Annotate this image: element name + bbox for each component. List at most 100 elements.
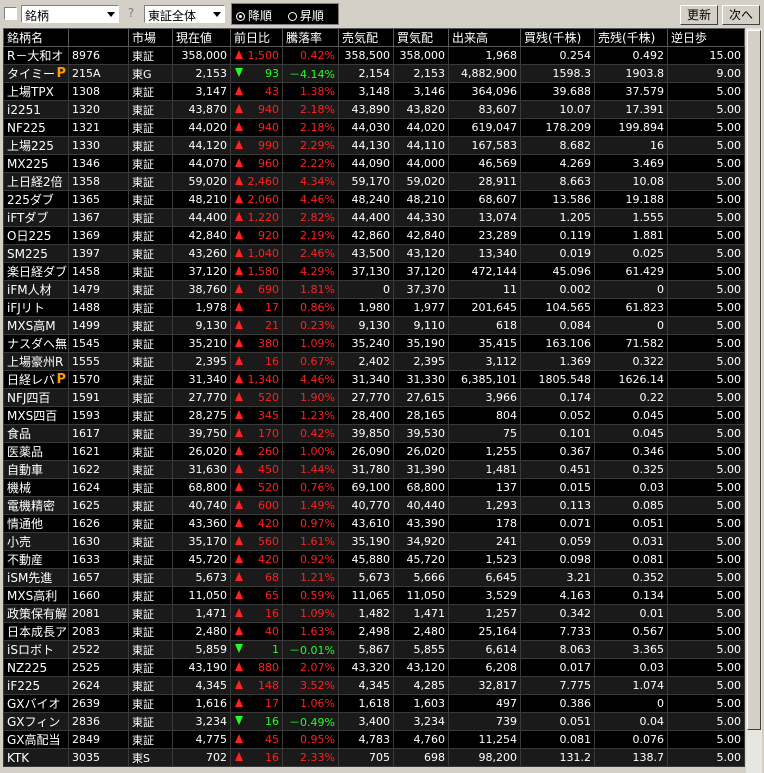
table-row[interactable]: 医薬品 1621 東証 26,020 260 1.00% 26,090 26,020 1,255… — [3, 442, 745, 461]
arrow-up-icon — [235, 212, 243, 221]
sort-asc-radio[interactable]: 昇順 — [287, 9, 324, 23]
scrollbar-thumb[interactable] — [747, 30, 761, 730]
col-header-bid[interactable]: 買気配 — [393, 28, 449, 47]
arrow-up-icon — [235, 140, 243, 149]
row-market: 東証 — [128, 496, 173, 515]
table-row[interactable]: ナスダヘ無 1545 東証 35,210 380 1.09% 35,240 35,190 35,… — [3, 334, 745, 353]
row-buy-margin-text: 104.565 — [545, 301, 592, 314]
table-row[interactable]: 楽日経ダブ 1458 東証 37,120 1,580 4.29% 37,130 37,120 4… — [3, 262, 745, 281]
row-bid: 43,390 — [393, 514, 449, 533]
table-row[interactable]: iSロボト 2522 東証 5,859 1 －0.01% 5,867 5,855 6,614 8.… — [3, 640, 745, 659]
table-row[interactable]: NFJ四百 1591 東証 27,770 520 1.90% 27,770 27,615 3,9… — [3, 388, 745, 407]
row-code: 2639 — [68, 694, 129, 713]
row-name-text: iFM人材 — [7, 283, 52, 297]
table-row[interactable]: 電機精密 1625 東証 40,740 600 1.49% 40,770 40,440 1,29… — [3, 496, 745, 515]
col-header-change[interactable]: 前日比 — [230, 28, 283, 47]
row-ask-text: 35,240 — [351, 337, 391, 350]
table-row[interactable]: iFM人材 1479 東証 38,760 690 1.81% 0 37,370 11 0.002 0… — [3, 280, 745, 299]
table-row[interactable]: 不動産 1633 東証 45,720 420 0.92% 45,880 45,720 1,523… — [3, 550, 745, 569]
col-header-ask[interactable]: 売気配 — [338, 28, 394, 47]
row-name-text: iSロボト — [7, 643, 54, 657]
table-row[interactable]: GXバイオ 2639 東証 1,616 17 1.06% 1,618 1,603 497 0.38… — [3, 694, 745, 713]
row-ask-text: 3,400 — [358, 715, 391, 728]
table-row[interactable]: 225ダブ 1365 東証 48,210 2,060 4.46% 48,240 48,210 6… — [3, 190, 745, 209]
row-ask-text: 2,154 — [358, 67, 391, 80]
table-row[interactable]: 上日経2倍 1358 東証 59,020 2,460 4.34% 59,170 59,020 2… — [3, 172, 745, 191]
sort-desc-radio[interactable]: 降順 — [236, 9, 272, 23]
table-row[interactable]: NF225 1321 東証 44,020 940 2.18% 44,030 44,020 619… — [3, 118, 745, 137]
row-gyakuhibu-text: 15.00 — [709, 49, 742, 62]
arrow-up-icon — [235, 536, 243, 545]
table-row[interactable]: iFJリト 1488 東証 1,978 17 0.86% 1,980 1,977 201,645… — [3, 298, 745, 317]
table-row[interactable]: 上場TPX 1308 東証 3,147 43 1.38% 3,148 3,146 364,096… — [3, 82, 745, 101]
row-gyakuhibu: 5.00 — [667, 496, 745, 515]
table-row[interactable]: GXフィン 2836 東証 3,234 16 －0.49% 3,400 3,234 739 0.0… — [3, 712, 745, 731]
table-row[interactable]: 機械 1624 東証 68,800 520 0.76% 69,100 68,800 137 0.0… — [3, 478, 745, 497]
row-market: 東証 — [128, 244, 173, 263]
table-row[interactable]: 情通他 1626 東証 43,360 420 0.97% 43,610 43,390 178 0.… — [3, 514, 745, 533]
col-header-buy-margin[interactable]: 買残(千株) — [520, 28, 595, 47]
table-row[interactable]: 小売 1630 東証 35,170 560 1.61% 35,190 34,920 241 0.0… — [3, 532, 745, 551]
row-pct: －0.49% — [282, 712, 339, 731]
refresh-button[interactable]: 更新 — [680, 5, 718, 25]
row-ask-text: 3,148 — [358, 85, 391, 98]
row-gyakuhibu-text: 5.00 — [716, 715, 742, 728]
table-row[interactable]: KTK 3035 東S 702 16 2.33% 705 698 98,200 131.2 138.… — [3, 748, 745, 767]
col-header-market[interactable]: 市場 — [128, 28, 173, 47]
col-header-name[interactable]: 銘柄名 — [3, 28, 69, 47]
row-bid: 34,920 — [393, 532, 449, 551]
row-code: 2624 — [68, 676, 129, 695]
table-row[interactable]: 上場豪州R 1555 東証 2,395 16 0.67% 2,402 2,395 3,112 1.… — [3, 352, 745, 371]
table-row[interactable]: 政策保有解 2081 東証 1,471 16 1.09% 1,482 1,471 1,257 0.… — [3, 604, 745, 623]
table-row[interactable]: SM225 1397 東証 43,260 1,040 2.46% 43,500 43,120 1… — [3, 244, 745, 263]
chevron-down-icon — [213, 12, 221, 17]
row-volume: 364,096 — [448, 82, 521, 101]
table-row[interactable]: MXS高M 1499 東証 9,130 21 0.23% 9,130 9,110 618 0.08… — [3, 316, 745, 335]
row-sell-margin: 3.365 — [594, 640, 668, 659]
row-bid: 48,210 — [393, 190, 449, 209]
table-row[interactable]: MXS四百 1593 東証 28,275 345 1.23% 28,400 28,165 804… — [3, 406, 745, 425]
table-row[interactable]: GX高配当 2849 東証 4,775 45 0.95% 4,783 4,760 11,254 0… — [3, 730, 745, 749]
row-bid: 2,395 — [393, 352, 449, 371]
table-row[interactable]: iF225 2624 東証 4,345 148 3.52% 4,345 4,285 32,817… — [3, 676, 745, 695]
table-row[interactable]: 上場225 1330 東証 44,120 990 2.29% 44,130 44,110 167… — [3, 136, 745, 155]
table-row[interactable]: 日経レバ P 1570 東証 31,340 1,340 4.46% 31,340 31,330 6… — [3, 370, 745, 389]
row-bid-text: 44,110 — [406, 139, 446, 152]
row-pct-text: 2.29% — [300, 139, 335, 152]
table-row[interactable]: タイミー P 215A 東G 2,153 93 －4.14% 2,154 2,153 4,882,… — [3, 64, 745, 83]
next-button[interactable]: 次へ — [722, 5, 760, 25]
table-row[interactable]: iSM先進 1657 東証 5,673 68 1.21% 5,673 5,666 6,645 3.… — [3, 568, 745, 587]
table-row[interactable]: iFTダブ 1367 東証 44,400 1,220 2.82% 44,400 44,330 1… — [3, 208, 745, 227]
table-row[interactable]: 日本成長ア 2083 東証 2,480 40 1.63% 2,498 2,480 25,164 7… — [3, 622, 745, 641]
col-header-volume[interactable]: 出来高 — [448, 28, 521, 47]
row-price-text: 27,770 — [188, 391, 228, 404]
row-volume: 739 — [448, 712, 521, 731]
table-row[interactable]: R－大和オ 8976 東証 358,000 1,500 0.42% 358,500 358,0… — [3, 46, 745, 65]
table-row[interactable]: 自動車 1622 東証 31,630 450 1.44% 31,780 31,390 1,481… — [3, 460, 745, 479]
table-row[interactable]: i2251 1320 東証 43,870 940 2.18% 43,890 43,820 83,… — [3, 100, 745, 119]
col-header-code[interactable] — [68, 28, 129, 47]
table-row[interactable]: MXS高利 1660 東証 11,050 65 0.59% 11,065 11,050 3,52… — [3, 586, 745, 605]
row-change-text: 17 — [265, 697, 279, 710]
table-row[interactable]: MX225 1346 東証 44,070 960 2.22% 44,090 44,000 46,… — [3, 154, 745, 173]
table-row[interactable]: 食品 1617 東証 39,750 170 0.42% 39,850 39,530 75 0.10… — [3, 424, 745, 443]
row-buy-margin: 8.063 — [520, 640, 595, 659]
table-row[interactable]: O日225 1369 東証 42,840 920 2.19% 42,860 42,840 23,… — [3, 226, 745, 245]
field-select[interactable]: 銘柄 — [21, 5, 119, 23]
row-market: 東証 — [128, 316, 173, 335]
market-filter-select[interactable]: 東証全体 — [144, 5, 225, 23]
col-header-price[interactable]: 現在値 — [172, 28, 231, 47]
row-bid-text: 1,471 — [413, 607, 446, 620]
row-market-text: 東証 — [132, 265, 154, 279]
row-change-text: 45 — [265, 733, 279, 746]
table-row[interactable]: NZ225 2525 東証 43,190 880 2.07% 43,320 43,120 6,2… — [3, 658, 745, 677]
help-button[interactable]: ? — [123, 6, 139, 22]
col-header-pct[interactable]: 騰落率 — [282, 28, 339, 47]
row-bid-text: 40,440 — [406, 499, 446, 512]
row-change: 520 — [230, 388, 283, 407]
row-name-text: MXS四百 — [7, 409, 58, 423]
col-header-sell-margin[interactable]: 売残(千株) — [594, 28, 668, 47]
select-all-checkbox[interactable] — [4, 7, 17, 20]
col-header-gyakuhibu[interactable]: 逆日歩 — [667, 28, 745, 47]
row-pct-text: －0.01% — [289, 643, 335, 657]
